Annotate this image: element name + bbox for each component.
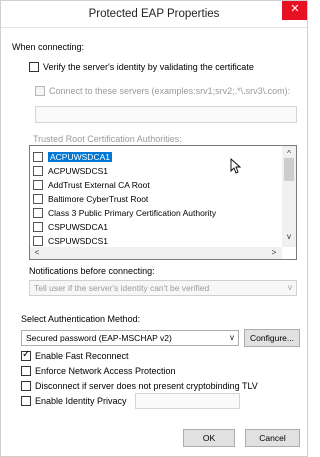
notifications-heading: Notifications before connecting: xyxy=(29,266,155,276)
list-item[interactable]: ACPUWSDCS1 xyxy=(33,164,108,177)
notifications-selected: Tell user if the server's identity can't… xyxy=(34,283,210,293)
enforce-nap-label: Enforce Network Access Protection xyxy=(35,366,176,376)
list-item[interactable]: ACPUWSDCA1 xyxy=(33,150,112,163)
list-item-checkbox[interactable] xyxy=(33,193,43,204)
ok-button[interactable]: OK xyxy=(183,429,235,447)
cryptobinding-option[interactable]: Disconnect if server does not present cr… xyxy=(21,381,258,391)
list-item-checkbox[interactable] xyxy=(33,165,43,176)
list-item-checkbox[interactable] xyxy=(33,221,43,232)
cancel-button[interactable]: Cancel xyxy=(245,429,300,447)
configure-button[interactable]: Configure... xyxy=(244,329,300,347)
list-item-label: Class 3 Public Primary Certification Aut… xyxy=(48,207,217,218)
window-title: Protected EAP Properties xyxy=(88,8,220,20)
connect-servers-option[interactable]: Connect to these servers (examples:srv1;… xyxy=(35,86,290,96)
list-item-label: CSPUWSDCA1 xyxy=(48,221,108,232)
trusted-roots-list[interactable]: ACPUWSDCA1 ACPUWSDCS1 AddTrust External … xyxy=(29,145,297,260)
identity-privacy-input[interactable] xyxy=(135,393,240,409)
list-item-label: ACPUWSDCA1 xyxy=(48,151,112,162)
fast-reconnect-label: Enable Fast Reconnect xyxy=(35,351,129,361)
identity-privacy-checkbox[interactable] xyxy=(21,396,31,406)
list-item[interactable]: CSPUWSDCS1 xyxy=(33,234,108,247)
list-item-checkbox[interactable] xyxy=(33,151,43,162)
scroll-left-icon[interactable]: < xyxy=(31,247,43,259)
auth-method-heading: Select Authentication Method: xyxy=(21,314,141,324)
verify-identity-option[interactable]: Verify the server's identity by validati… xyxy=(29,62,254,72)
chevron-down-icon: v xyxy=(230,333,234,342)
scroll-right-icon[interactable]: > xyxy=(268,247,280,259)
cryptobinding-checkbox[interactable] xyxy=(21,381,31,391)
enforce-nap-option[interactable]: Enforce Network Access Protection xyxy=(21,366,176,376)
list-item-checkbox[interactable] xyxy=(33,207,43,218)
scroll-thumb[interactable] xyxy=(284,158,294,181)
list-item-checkbox[interactable] xyxy=(33,235,43,246)
fast-reconnect-option[interactable]: Enable Fast Reconnect xyxy=(21,349,129,361)
cryptobinding-label: Disconnect if server does not present cr… xyxy=(35,381,258,391)
notifications-dropdown[interactable]: Tell user if the server's identity can't… xyxy=(29,280,297,296)
verify-identity-label: Verify the server's identity by validati… xyxy=(43,62,254,72)
auth-method-dropdown[interactable]: Secured password (EAP-MSCHAP v2) v xyxy=(21,330,239,346)
list-item-label: AddTrust External CA Root xyxy=(48,179,150,190)
mouse-pointer-icon xyxy=(230,158,241,174)
verify-identity-checkbox[interactable] xyxy=(29,62,39,72)
list-item[interactable]: CSPUWSDCA1 xyxy=(33,220,108,233)
identity-privacy-label: Enable Identity Privacy xyxy=(35,396,127,406)
list-item-label: Baltimore CyberTrust Root xyxy=(48,193,149,204)
when-connecting-heading: When connecting: xyxy=(12,42,85,52)
list-item[interactable]: Class 3 Public Primary Certification Aut… xyxy=(33,206,216,219)
fast-reconnect-checkbox[interactable] xyxy=(21,349,31,361)
trusted-roots-heading: Trusted Root Certification Authorities: xyxy=(33,134,182,144)
list-item[interactable]: Baltimore CyberTrust Root xyxy=(33,192,148,205)
connect-servers-label: Connect to these servers (examples:srv1;… xyxy=(49,86,291,96)
connect-servers-checkbox[interactable] xyxy=(35,86,45,96)
identity-privacy-option[interactable]: Enable Identity Privacy xyxy=(21,396,127,406)
list-item-label: CSPUWSDCS1 xyxy=(48,235,108,246)
close-button[interactable]: ✕ xyxy=(282,0,308,20)
connect-servers-input[interactable] xyxy=(35,106,297,123)
chevron-down-icon: v xyxy=(288,283,292,292)
enforce-nap-checkbox[interactable] xyxy=(21,366,31,376)
list-item[interactable]: AddTrust External CA Root xyxy=(33,178,150,191)
list-item-checkbox[interactable] xyxy=(33,179,43,190)
scroll-down-icon[interactable]: v xyxy=(283,231,295,243)
auth-method-selected: Secured password (EAP-MSCHAP v2) xyxy=(26,333,172,343)
list-item-label: ACPUWSDCS1 xyxy=(48,165,108,176)
list-horizontal-scrollbar[interactable] xyxy=(30,247,282,259)
